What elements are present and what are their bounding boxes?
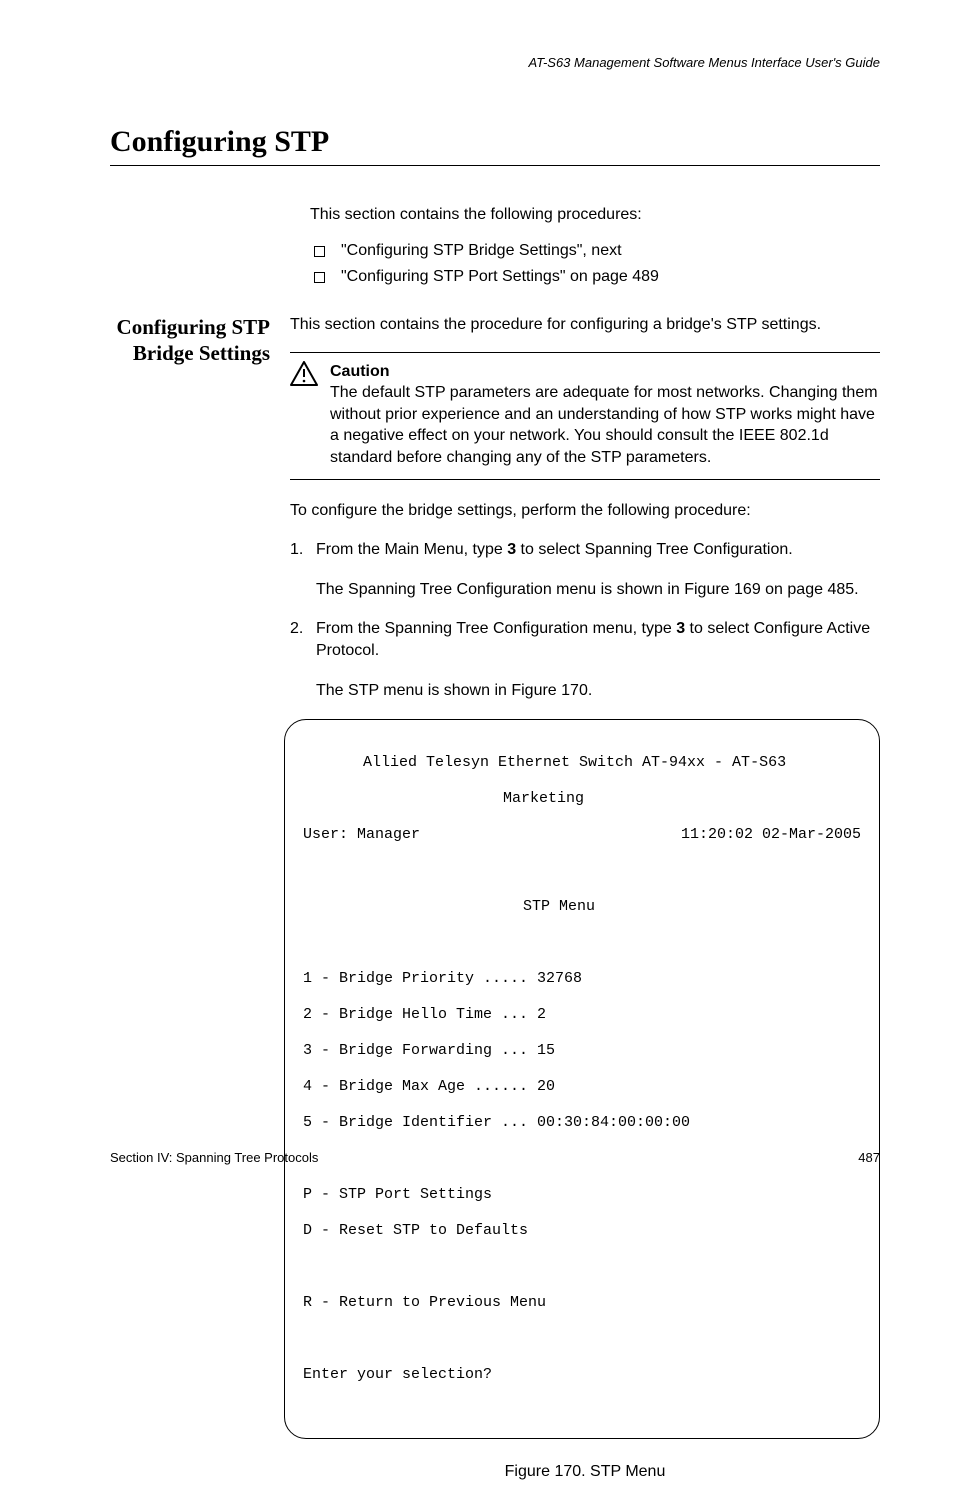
- step-number: 1.: [290, 539, 303, 561]
- step-sub: The STP menu is shown in Figure 170.: [316, 680, 880, 702]
- term-user: User: Manager: [303, 826, 420, 844]
- procedure-intro: To configure the bridge settings, perfor…: [290, 500, 880, 522]
- caution-block: Caution The default STP parameters are a…: [290, 352, 880, 480]
- square-bullet-icon: [314, 246, 325, 257]
- page-title: Configuring STP: [110, 125, 880, 166]
- term-datetime: 11:20:02 02-Mar-2005: [681, 826, 861, 844]
- term-title: Allied Telesyn Ethernet Switch AT-94xx -…: [303, 754, 861, 772]
- list-item: "Configuring STP Port Settings" on page …: [310, 268, 880, 286]
- step-text: From the Main Menu, type: [316, 541, 507, 558]
- square-bullet-icon: [314, 272, 325, 283]
- step-1: 1. From the Main Menu, type 3 to select …: [290, 539, 880, 600]
- step-text: to select Spanning Tree Configuration.: [516, 541, 793, 558]
- step-key: 3: [676, 620, 685, 637]
- page-number: 487: [858, 1150, 880, 1165]
- step-2: 2. From the Spanning Tree Configuration …: [290, 618, 880, 701]
- intro-text: This section contains the following proc…: [310, 206, 880, 224]
- list-item-text: "Configuring STP Port Settings" on page …: [341, 268, 659, 286]
- side-body-text: This section contains the procedure for …: [290, 314, 880, 336]
- term-menu-item: D - Reset STP to Defaults: [303, 1222, 861, 1240]
- warning-icon: [290, 361, 320, 469]
- running-header: AT-S63 Management Software Menus Interfa…: [110, 55, 880, 70]
- footer-section: Section IV: Spanning Tree Protocols: [110, 1150, 318, 1165]
- figure-caption: Figure 170. STP Menu: [290, 1461, 880, 1483]
- term-menu-item: 5 - Bridge Identifier ... 00:30:84:00:00…: [303, 1114, 861, 1132]
- term-menu-item: P - STP Port Settings: [303, 1186, 861, 1204]
- term-menu-item: 4 - Bridge Max Age ...... 20: [303, 1078, 861, 1096]
- term-prompt: Enter your selection?: [303, 1366, 861, 1384]
- step-key: 3: [507, 541, 516, 558]
- bullet-list: "Configuring STP Bridge Settings", next …: [310, 242, 880, 286]
- term-menu-item: 1 - Bridge Priority ..... 32768: [303, 970, 861, 988]
- caution-body: The default STP parameters are adequate …: [330, 384, 878, 466]
- term-menu-name: STP Menu: [303, 898, 861, 916]
- term-menu-item: 3 - Bridge Forwarding ... 15: [303, 1042, 861, 1060]
- term-subtitle: Marketing: [303, 790, 861, 808]
- terminal-screen: Allied Telesyn Ethernet Switch AT-94xx -…: [284, 719, 880, 1439]
- caution-title: Caution: [330, 363, 390, 380]
- step-number: 2.: [290, 618, 303, 640]
- step-text: From the Spanning Tree Configuration men…: [316, 620, 676, 637]
- side-heading: Configuring STP Bridge Settings: [110, 314, 290, 1483]
- term-menu-item: 2 - Bridge Hello Time ... 2: [303, 1006, 861, 1024]
- list-item: "Configuring STP Bridge Settings", next: [310, 242, 880, 260]
- term-menu-item: R - Return to Previous Menu: [303, 1294, 861, 1312]
- step-sub: The Spanning Tree Configuration menu is …: [316, 579, 880, 601]
- list-item-text: "Configuring STP Bridge Settings", next: [341, 242, 622, 260]
